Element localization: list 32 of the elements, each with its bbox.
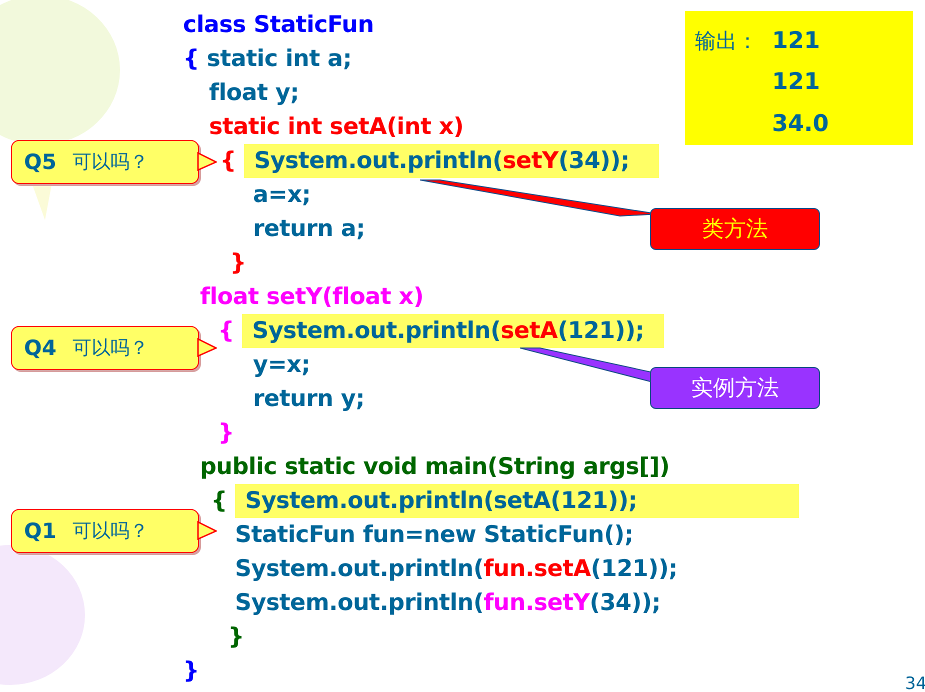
code-line: return y;: [253, 386, 365, 412]
question-text: 可以吗？: [72, 519, 148, 544]
code-line: System.out.println(fun.setA(121));: [235, 556, 678, 582]
code-line: a=x;: [253, 182, 311, 208]
code-line: float setY(float x): [200, 284, 424, 310]
code-line: public static void main(String args[]): [200, 454, 670, 480]
code-line: { static int a;: [183, 46, 352, 72]
output-value: 34.0: [772, 110, 829, 139]
question-text: 可以吗？: [72, 150, 148, 175]
question-text: 可以吗？: [72, 336, 148, 361]
code-brace: {: [211, 488, 228, 514]
code-brace: {: [220, 148, 236, 174]
code-line: float y;: [209, 80, 300, 106]
code-brace: {: [218, 318, 234, 344]
code-line: y=x;: [253, 352, 310, 378]
question-label: Q4: [24, 336, 56, 360]
code-line: }: [228, 624, 244, 650]
code-line: System.out.println(fun.setY(34));: [235, 590, 661, 616]
code-line: }: [230, 250, 246, 276]
code-line: static int setA(int x): [209, 114, 464, 140]
code-line: }: [183, 658, 200, 684]
code-line: }: [218, 420, 234, 446]
code-line: class StaticFun: [183, 12, 374, 38]
output-label: 输出：: [695, 28, 758, 55]
output-value: 121: [772, 27, 822, 56]
code-line: StaticFun fun=new StaticFun();: [235, 522, 634, 548]
question-label: Q1: [24, 519, 56, 543]
code-line: return a;: [253, 216, 366, 242]
label-tag: 实例方法: [650, 367, 820, 409]
output-value: 121: [772, 68, 822, 98]
label-tag: 类方法: [650, 208, 820, 250]
question-label: Q5: [24, 150, 56, 174]
